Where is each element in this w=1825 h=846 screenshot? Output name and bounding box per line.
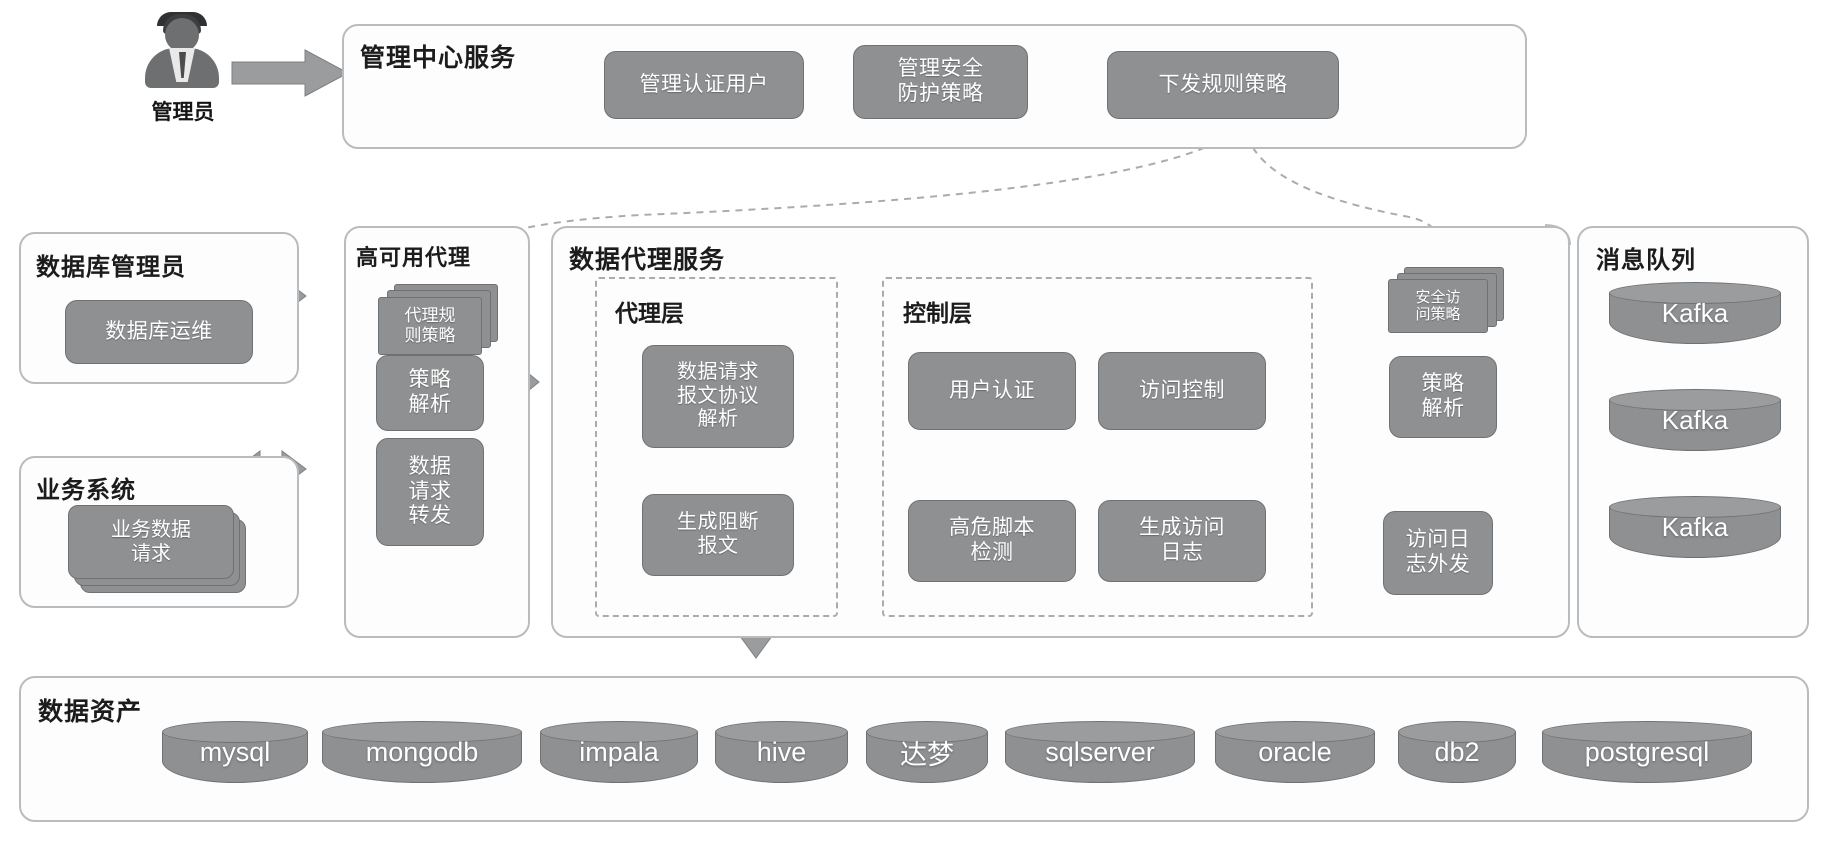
mgmt-item-security-policy[interactable]: 管理安全 防护策略 <box>853 45 1028 119</box>
control-layer-item-access-log[interactable]: 生成访问 日志 <box>1098 500 1266 582</box>
database-mysql[interactable]: mysql <box>162 721 308 783</box>
arrow-admin-to-mgmt <box>231 49 350 97</box>
business-data-request-stack[interactable]: 业务数据 请求 <box>68 505 258 597</box>
ha-proxy-item-request-forward[interactable]: 数据 请求 转发 <box>376 438 484 546</box>
admin-label: 管理员 <box>151 101 215 124</box>
data-assets-title: 数据资产 <box>38 698 143 726</box>
database-dameng[interactable]: 达梦 <box>866 721 988 783</box>
proxy-layer-item-block-message[interactable]: 生成阻断 报文 <box>642 494 794 576</box>
database-hive[interactable]: hive <box>715 721 848 783</box>
policy-parse-box[interactable]: 策略 解析 <box>1389 356 1497 438</box>
control-layer-item-user-auth[interactable]: 用户认证 <box>908 352 1076 430</box>
database-postgresql[interactable]: postgresql <box>1542 721 1752 783</box>
mgmt-item-auth-users[interactable]: 管理认证用户 <box>604 51 804 119</box>
message-queue-title: 消息队列 <box>1596 247 1696 274</box>
architecture-diagram: 管理员 管理中心服务 管理认证用户 管理安全 防护策略 下发规则策略 数据库管理… <box>0 0 1825 846</box>
kafka-node-1[interactable]: Kafka <box>1609 282 1781 344</box>
proxy-layer-item-protocol-parse[interactable]: 数据请求 报文协议 解析 <box>642 345 794 448</box>
management-center-title: 管理中心服务 <box>360 44 517 72</box>
control-layer-item-risky-script-detect[interactable]: 高危脚本 检测 <box>908 500 1076 582</box>
kafka-node-2[interactable]: Kafka <box>1609 389 1781 451</box>
ha-proxy-title: 高可用代理 <box>356 245 472 270</box>
database-mongodb[interactable]: mongodb <box>322 721 522 783</box>
database-oracle[interactable]: oracle <box>1215 721 1375 783</box>
database-sqlserver[interactable]: sqlserver <box>1005 721 1195 783</box>
database-db2[interactable]: db2 <box>1398 721 1516 783</box>
control-layer-title: 控制层 <box>903 300 972 326</box>
access-log-export-box[interactable]: 访问日 志外发 <box>1383 511 1493 595</box>
database-impala[interactable]: impala <box>540 721 698 783</box>
data-proxy-service-title: 数据代理服务 <box>569 246 726 274</box>
kafka-node-3[interactable]: Kafka <box>1609 496 1781 558</box>
dba-panel-title: 数据库管理员 <box>36 254 186 281</box>
control-layer-item-access-control[interactable]: 访问控制 <box>1098 352 1266 430</box>
dba-item-db-ops[interactable]: 数据库运维 <box>65 300 253 364</box>
security-access-policy-stack[interactable]: 安全访 问策略 <box>1388 267 1514 345</box>
admin-avatar-icon <box>143 12 223 92</box>
mgmt-item-dispatch-rules[interactable]: 下发规则策略 <box>1107 51 1339 119</box>
ha-proxy-rule-policy-stack[interactable]: 代理规 则策略 <box>378 284 504 362</box>
ha-proxy-item-policy-parse[interactable]: 策略 解析 <box>376 355 484 431</box>
business-system-title: 业务系统 <box>36 477 136 504</box>
proxy-layer-title: 代理层 <box>615 300 684 326</box>
